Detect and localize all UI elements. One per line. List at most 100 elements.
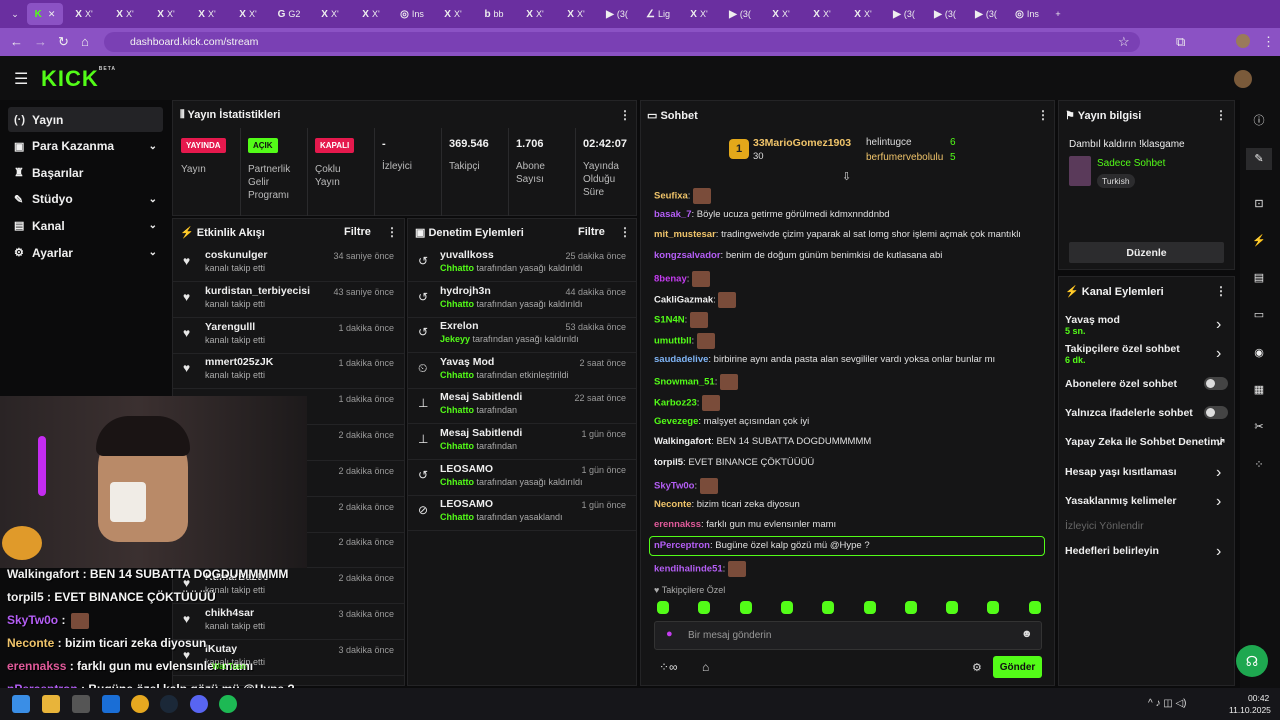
browser-tab[interactable]: X X'	[433, 3, 473, 25]
chat-username[interactable]: basak_7	[654, 209, 692, 220]
browser-tab[interactable]: ▶ (3(	[597, 3, 637, 25]
browser-tab[interactable]: X X'	[556, 3, 596, 25]
emote-button[interactable]	[946, 601, 959, 614]
browser-tab[interactable]: b bb	[474, 3, 514, 25]
tray-icons[interactable]: ^ ♪ ◫ ◁)	[1148, 698, 1187, 709]
sidebar-item-0[interactable]: (·) Yayın	[8, 107, 163, 132]
activity-row[interactable]: ♥ Yarengulll kanalı takip etti 1 dakika önc…	[173, 318, 404, 354]
browser-tab[interactable]: X X'	[187, 3, 227, 25]
emote-button[interactable]	[863, 601, 876, 614]
emote-button[interactable]	[1028, 601, 1041, 614]
chat-username[interactable]: Seufixa	[654, 191, 688, 202]
chat-more-icon[interactable]: ⋮	[1037, 108, 1049, 122]
url-field[interactable]: dashboard.kick.com/stream	[104, 32, 1140, 52]
new-tab-button[interactable]: +	[1048, 3, 1068, 25]
home-icon[interactable]: ⌂	[81, 34, 89, 49]
tab-close-icon[interactable]: ✕	[48, 9, 56, 20]
chat-username[interactable]: torpil5	[654, 457, 683, 468]
browser-tab[interactable]: X X'	[228, 3, 268, 25]
chat-username[interactable]: erennakss	[654, 519, 701, 530]
browser-tab[interactable]: G G2	[269, 3, 309, 25]
emote-button[interactable]	[657, 601, 669, 614]
chat-message[interactable]: mit_mustesar: tradingweivde çizim yapara…	[654, 229, 1021, 240]
category-link[interactable]: Sadece Sohbet	[1097, 158, 1165, 169]
chat-username[interactable]: Karboz23	[654, 398, 697, 409]
kick-logo[interactable]: KICKBETA	[41, 66, 116, 92]
channel-action-item[interactable]: Takipçilere özel sohbet 6 dk.	[1065, 343, 1180, 365]
chat-username[interactable]: mit_mustesar	[654, 229, 716, 240]
sidebar-item-4[interactable]: ▤ Kanal ⌄	[8, 213, 163, 238]
top-gifter-3[interactable]: berfumervebolulu	[866, 152, 943, 163]
activity-row[interactable]: ♥ mmert025zJK kanalı takip etti 1 dakika ön…	[173, 353, 404, 390]
chat-message[interactable]: nPerceptron: Bugüne özel kalp gözü mü @H…	[654, 540, 870, 551]
channel-action-item[interactable]: Abonelere özel sohbet	[1065, 378, 1177, 390]
chat-message[interactable]: Walkingafort: BEN 14 SUBATTA DOGDUMMMMM	[654, 436, 871, 447]
user-avatar[interactable]	[1234, 70, 1252, 88]
points-icon[interactable]: ⁘∞	[659, 660, 678, 674]
chat-message[interactable]: torpil5: EVET BINANCE ÇÖKTÜÜÜÜ	[654, 457, 814, 468]
sidebar-item-5[interactable]: ⚙ Ayarlar ⌄	[8, 240, 163, 265]
toggle-switch[interactable]	[1204, 406, 1228, 419]
info-icon[interactable]: ⓘ	[1252, 112, 1266, 127]
stats-more-icon[interactable]: ⋮	[619, 108, 631, 122]
mic-icon[interactable]: ●	[666, 628, 673, 640]
browser-tab[interactable]: X X'	[105, 3, 145, 25]
chat-username[interactable]: Gevezege	[654, 416, 698, 427]
edit-info-button[interactable]: Düzenle	[1069, 242, 1224, 263]
chrome-icon[interactable]	[131, 695, 149, 713]
browser-tab[interactable]: X X'	[802, 3, 842, 25]
chat-message[interactable]: SkyTw0o:	[654, 477, 718, 494]
channel-action-item[interactable]: Hesap yaşı kısıtlaması	[1065, 466, 1177, 478]
hamburger-menu-icon[interactable]: ☰	[14, 69, 28, 89]
chat-username[interactable]: 8benay	[654, 273, 687, 284]
browser-tab[interactable]: X X'	[761, 3, 801, 25]
chat-username[interactable]: nPerceptron	[654, 540, 710, 551]
layout-icon[interactable]: ▦	[1252, 383, 1266, 397]
chat-username[interactable]: Neconte	[654, 499, 691, 510]
bookmark-star-icon[interactable]: ☆	[1118, 34, 1130, 50]
forward-icon[interactable]: →	[34, 34, 47, 49]
wrench-icon[interactable]: ✂	[1252, 420, 1266, 434]
activity-row[interactable]: ♥ kurdistan_terbiyecisi kanalı takip etti 4…	[173, 282, 404, 318]
activity-row[interactable]: ♥ coskunulger kanalı takip etti 34 saniye ö…	[173, 246, 404, 282]
chat-message[interactable]: erennakss: farklı gun mu evlensınler mam…	[654, 519, 836, 530]
chat-message[interactable]: Neconte: bizim ticari zeka diyosun	[654, 499, 800, 510]
chat-message[interactable]: kendihalinde51:	[654, 560, 746, 577]
chat-username[interactable]: kendihalinde51	[654, 563, 723, 574]
toggle-switch[interactable]	[1204, 377, 1228, 390]
support-button[interactable]: ☊	[1236, 645, 1268, 677]
chat-message[interactable]: umuttbll:	[654, 332, 715, 349]
windows-start-icon[interactable]	[12, 695, 30, 713]
emote-button[interactable]	[987, 601, 1000, 614]
chat-message[interactable]: basak_7: Böyle ucuza getirme görülmedi k…	[654, 209, 890, 220]
moderation-row[interactable]: ↺ LEOSAMO Chhatto tarafından yasağı kaldır…	[408, 460, 636, 496]
chat-message[interactable]: Gevezege: malşyet açısından çok iyi	[654, 416, 809, 427]
chat-username[interactable]: S1N4N	[654, 315, 685, 326]
top-gifter-1[interactable]: 33MarioGomez1903	[753, 137, 851, 149]
store-app-icon[interactable]	[72, 695, 90, 713]
apps-icon[interactable]: ⁘	[1252, 458, 1266, 472]
channel-actions-more-icon[interactable]: ⋮	[1215, 284, 1227, 298]
browser-tab[interactable]: ◎ Ins	[392, 3, 432, 25]
activity-row[interactable]: ♥ chikh4sar kanalı takip etti 3 dakika önce	[173, 604, 404, 640]
chat-message[interactable]: Karboz23:	[654, 395, 721, 411]
moderation-more-icon[interactable]: ⋮	[619, 225, 631, 239]
browser-tab[interactable]: X X'	[679, 3, 719, 25]
browser-tab[interactable]: K ✕	[27, 3, 63, 25]
broadcast-icon[interactable]: ◉	[1252, 346, 1266, 360]
emote-button[interactable]	[822, 601, 835, 614]
chat-message[interactable]: saudadelive: birbirine aynı anda pasta a…	[654, 354, 995, 365]
chat-username[interactable]: umuttbll	[654, 335, 691, 346]
chat-settings-icon[interactable]: ⚙	[972, 661, 982, 674]
channel-action-item[interactable]: Yalnızca ifadelerle sohbet	[1065, 407, 1193, 419]
file-explorer-icon[interactable]	[42, 695, 60, 713]
moderation-row[interactable]: ↺ yuvallkoss Chhatto tarafından yasağı kal…	[408, 246, 636, 282]
browser-tab[interactable]: X X'	[64, 3, 104, 25]
browser-tab[interactable]: X X'	[310, 3, 350, 25]
sidebar-item-3[interactable]: ✎ Stüdyo ⌄	[8, 187, 163, 212]
moderation-row[interactable]: ↺ Exrelon Jekeyy tarafından yasağı kaldırı…	[408, 317, 636, 354]
chat-username[interactable]: Walkingafort	[654, 436, 711, 447]
chat-message[interactable]: kongzsalvador: benim de doğum günüm beni…	[654, 250, 942, 261]
moderation-row[interactable]: ⏲ Yavaş Mod Chhatto tarafından etkinleştir…	[408, 353, 636, 389]
browser-tab[interactable]: ▶ (3(	[966, 3, 1006, 25]
